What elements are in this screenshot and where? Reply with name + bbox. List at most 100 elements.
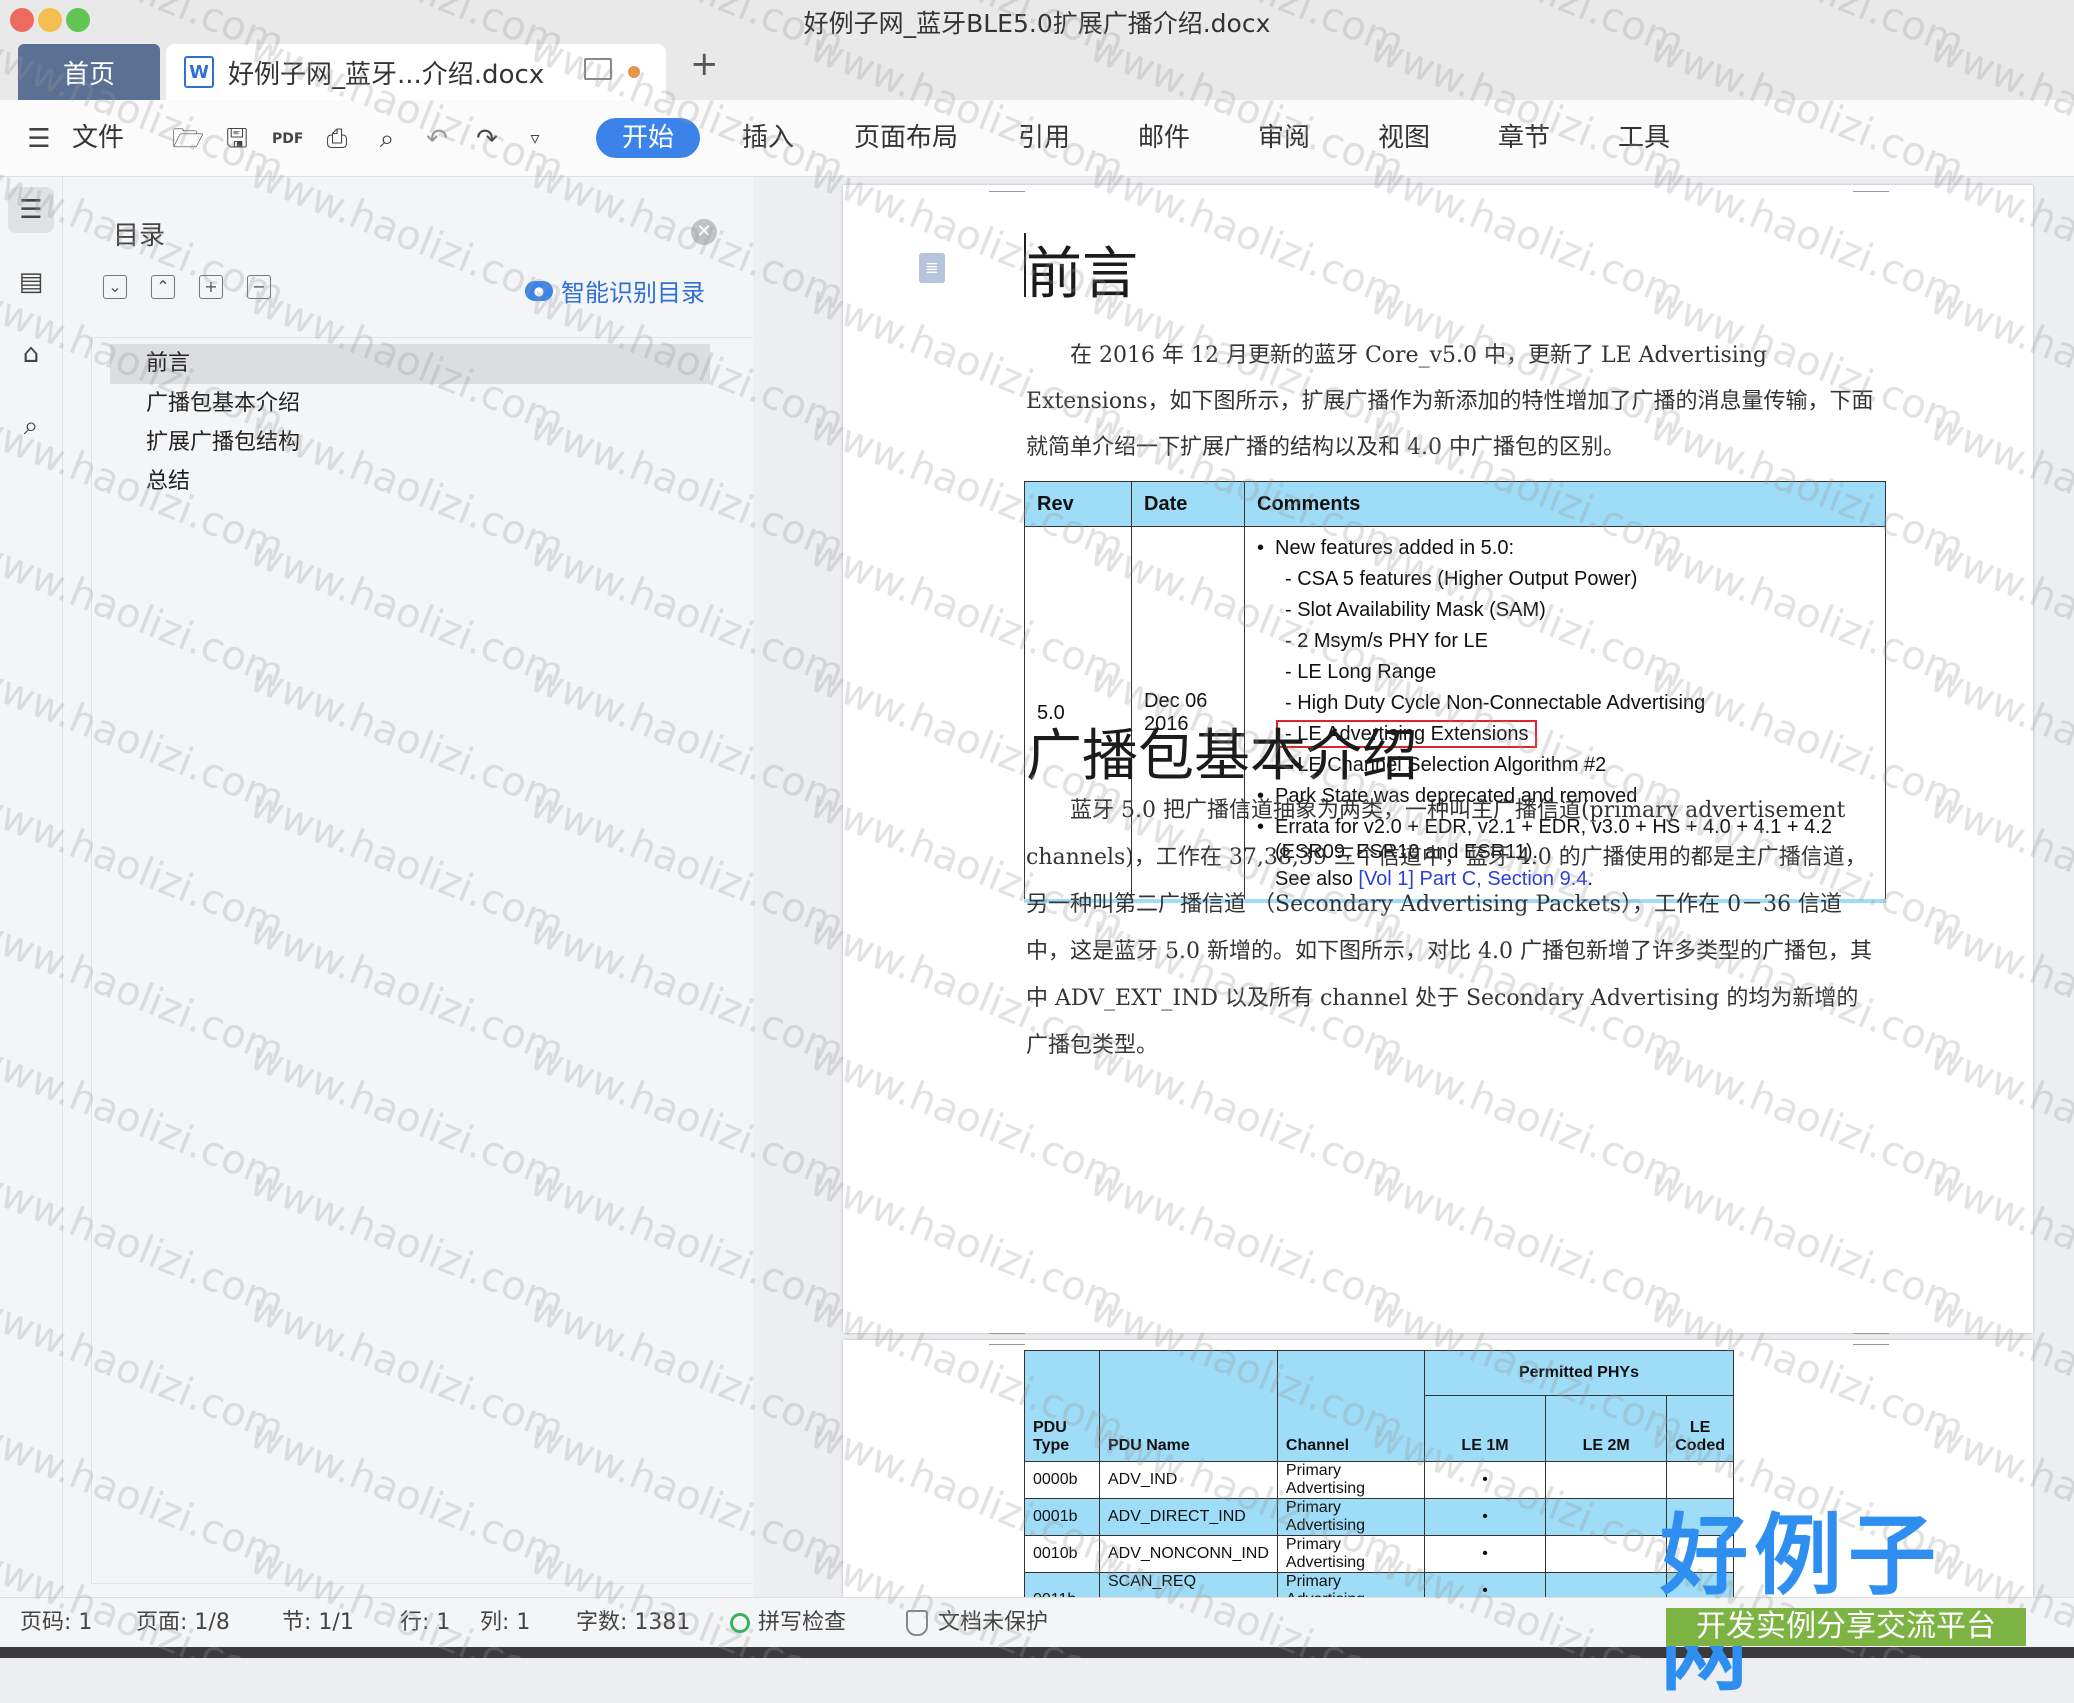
menu-tools[interactable]: 工具 [1618,100,1670,176]
table-row: 0010b ADV_NONCONN_IND Primary Advertisin… [1024,1535,1734,1573]
pdu-cell: Primary Advertising [1276,1461,1425,1499]
bookmark-icon[interactable]: ⌂ [8,331,54,377]
pdu-cell: • [1423,1535,1547,1573]
toc-item-preface[interactable]: 前言 [110,344,710,384]
pdu-cell: • [1423,1572,1547,1600]
heading-preface[interactable]: 前言 [1026,229,1138,310]
find-icon[interactable]: ⌕ [8,403,54,449]
comments-header: Comments [1244,481,1886,527]
pdu-cell: Primary Advertising [1276,1498,1425,1536]
logo-sub-text: 开发实例分享交流平台 [1666,1608,2026,1646]
print-icon[interactable]: ⎙ [322,124,352,154]
menu-page-layout[interactable]: 页面布局 [854,100,958,176]
table-row: 0000b ADV_IND Primary Advertising • [1024,1461,1734,1499]
pdu-cell [1545,1535,1668,1573]
remove-level-icon[interactable]: − [247,275,271,299]
panel-splitter[interactable] [753,177,843,1597]
add-level-icon[interactable]: + [199,275,223,299]
toc-item-structure[interactable]: 扩展广播包结构 [92,423,672,463]
close-icon[interactable]: ✕ [691,219,717,245]
window-title: 好例子网_蓝牙BLE5.0扩展广播介绍.docx [803,9,1271,38]
table-row: 0001b ADV_DIRECT_IND Primary Advertising… [1024,1498,1734,1536]
menu-start[interactable]: 开始 [596,118,700,158]
paragraph-basic[interactable]: 蓝牙 5.0 把广播信道抽象为两类，一种叫主广播信道(primary adver… [1026,787,1876,1069]
menu-references[interactable]: 引用 [1018,100,1070,176]
pdu-cell: • [1423,1498,1547,1536]
status-word-count[interactable]: 字数: 1381 [576,1598,690,1648]
comment-bullet: New features added in 5.0: [1257,533,1873,564]
screen-icon[interactable] [584,58,612,80]
pdu-cell [1666,1461,1734,1499]
undo-icon[interactable]: ↶ [422,124,452,154]
comment-sub: - 2 Msym/s PHY for LE [1285,630,1489,652]
status-page-number[interactable]: 页码: 1 [20,1598,92,1648]
pdu-table: PDU Type PDU Name Channel Permitted PHYs… [1024,1350,1735,1600]
tab-document[interactable]: W 好例子网_蓝牙...介绍.docx [166,44,666,100]
more-dropdown-icon[interactable]: ▿ [520,124,550,154]
le2m-header: LE 2M [1545,1395,1668,1462]
pdu-cell: 0001b [1024,1498,1100,1536]
save-icon[interactable]: 🖫 [222,124,252,154]
left-rail: ☰ ▤ ⌂ ⌕ [0,177,63,1597]
heading-basic[interactable]: 广播包基本介绍 [1026,711,1418,792]
new-tab-button[interactable]: + [690,44,719,84]
cloud-icon: ● [525,280,553,301]
pdu-cell: • [1423,1461,1547,1499]
tab-document-label: 好例子网_蓝牙...介绍.docx [228,59,545,90]
menu-mailings[interactable]: 邮件 [1138,100,1190,176]
spell-check-button[interactable]: 拼写检查 [730,1598,846,1648]
toc-list: 前言 广播包基本介绍 扩展广播包结构 总结 [91,337,793,1584]
rev-header: Rev [1024,481,1132,527]
open-folder-icon[interactable]: 🗁 [172,124,204,154]
tab-home[interactable]: 首页 [18,44,160,100]
unsaved-dot-icon [628,66,640,78]
document-protection-label: 文档未保护 [938,1610,1049,1635]
menu-insert[interactable]: 插入 [742,100,794,176]
menu-file[interactable]: 文件 [72,100,124,176]
smart-toc-label: 智能识别目录 [561,279,705,307]
permitted-phys-header: Permitted PHYs [1423,1350,1735,1396]
pdu-cell: ADV_IND [1099,1461,1278,1499]
toc-list-icon[interactable]: ☰ [8,187,54,233]
spell-check-icon [730,1613,750,1633]
outline-icon[interactable]: ▤ [8,259,54,305]
pdu-cell: 0011b [1024,1572,1100,1600]
spell-check-label: 拼写检查 [758,1610,847,1635]
export-pdf-icon[interactable]: PDF [272,124,303,154]
word-doc-icon: W [184,56,214,88]
document-page[interactable]: ≣ 前言 在 2016 年 12 月更新的蓝牙 Core_v5.0 中，更新了 … [843,183,2033,1334]
toc-panel: 目录 ✕ ⌄ ⌃ + − ● 智能识别目录 前言 广播包基本介绍 扩展广播包结构… [63,177,793,1597]
menu-icon[interactable]: ☰ [24,124,54,154]
status-section[interactable]: 节: 1/1 [282,1598,354,1648]
comment-sub: - CSA 5 features (Higher Output Power) [1285,568,1638,590]
logo-main-text: 好例子网 [1660,1504,1943,1703]
toc-item-summary[interactable]: 总结 [92,462,672,502]
redo-icon[interactable]: ↷ [472,124,502,154]
status-column: 列: 1 [480,1610,531,1635]
toc-title: 目录 [113,221,166,251]
pdu-cell: Primary Advertising [1276,1572,1425,1600]
toc-item-basic[interactable]: 广播包基本介绍 [92,384,672,424]
expand-up-icon[interactable]: ⌃ [151,275,175,299]
pdu-cell: Primary Advertising [1276,1535,1425,1573]
paragraph-preface[interactable]: 在 2016 年 12 月更新的蓝牙 Core_v5.0 中，更新了 LE Ad… [1026,333,1876,471]
print-preview-icon[interactable]: ⌕ [372,124,402,154]
status-pages[interactable]: 页面: 1/8 [136,1598,230,1648]
smart-toc-button[interactable]: ● 智能识别目录 [525,273,705,308]
channel-header: Channel [1276,1350,1425,1462]
document-protection-button[interactable]: 文档未保护 [906,1598,1048,1648]
crop-mark [989,183,1025,192]
pdu-cell: ADV_DIRECT_IND [1099,1498,1278,1536]
tab-bar: 首页 W 好例子网_蓝牙...介绍.docx + [0,42,2074,101]
crop-mark [1853,1340,1889,1345]
menu-bar: ☰ 文件 🗁 🖫 PDF ⎙ ⌕ ↶ ↷ ▿ 开始 插入 页面布局 引用 邮件 … [0,100,2074,177]
menu-chapter[interactable]: 章节 [1498,100,1550,176]
menu-review[interactable]: 审阅 [1258,100,1310,176]
title-bar: 好例子网_蓝牙BLE5.0扩展广播介绍.docx [0,0,2074,42]
pdu-name-header: PDU Name [1099,1350,1278,1462]
le1m-header: LE 1M [1423,1395,1547,1462]
collapse-down-icon[interactable]: ⌄ [103,275,127,299]
paragraph-menu-icon[interactable]: ≣ [919,253,945,283]
menu-view[interactable]: 视图 [1378,100,1430,176]
crop-mark [989,1325,1025,1334]
